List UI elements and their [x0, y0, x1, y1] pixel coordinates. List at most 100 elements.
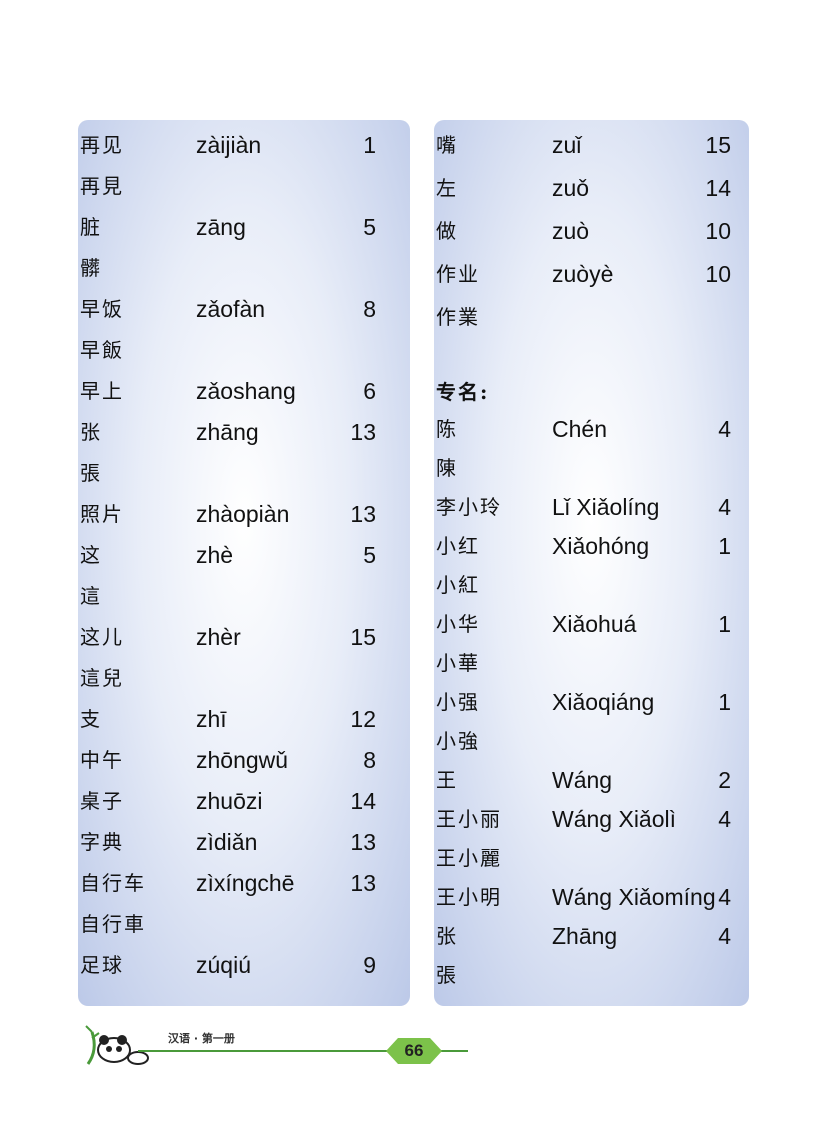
vocab-entry-row: 早饭 zǎofàn 8: [78, 294, 410, 324]
vocab-traditional-row: 早飯: [78, 335, 410, 365]
entry-hanzi: 张: [80, 420, 102, 444]
entry-pinyin: zuòyè: [552, 261, 614, 287]
panda-logo-icon: [85, 1025, 149, 1065]
vocab-entry-row: 王小丽 Wáng Xiǎolì 4: [434, 804, 749, 834]
entry-pinyin: zúqiú: [196, 952, 251, 978]
vocab-traditional-row: 這兒: [78, 663, 410, 693]
vocab-traditional-row: 小強: [434, 726, 749, 756]
entry-hanzi: 脏: [80, 215, 102, 239]
entry-traditional: 再見: [80, 174, 124, 198]
entry-pinyin: zuò: [552, 218, 590, 244]
entry-hanzi: 王小丽: [436, 807, 502, 831]
entry-pinyin: zǎofàn: [196, 296, 266, 322]
vocab-entry-row: 支 zhī 12: [78, 704, 410, 734]
entry-lesson: 15: [350, 624, 376, 650]
entry-lesson: 10: [705, 261, 731, 287]
entry-hanzi: 这: [80, 543, 102, 567]
entry-hanzi: 早上: [80, 379, 124, 403]
entry-lesson: 4: [718, 884, 731, 910]
entry-hanzi: 支: [80, 707, 102, 731]
entry-hanzi: 陈: [436, 417, 458, 441]
entry-hanzi: 张: [436, 924, 458, 948]
entry-pinyin: zìdiǎn: [196, 829, 258, 855]
entry-pinyin: zǎoshang: [196, 378, 296, 404]
vocab-traditional-row: 髒: [78, 253, 410, 283]
entry-hanzi: 足球: [80, 953, 124, 977]
entry-hanzi: 中午: [80, 748, 124, 772]
vocab-traditional-row: 小紅: [434, 570, 749, 600]
vocab-entry-row: 这 zhè 5: [78, 540, 410, 570]
entry-pinyin: zāng: [196, 214, 246, 240]
entry-lesson: 15: [705, 132, 731, 158]
entry-lesson: 1: [718, 689, 731, 715]
entry-lesson: 12: [350, 706, 376, 732]
entry-pinyin: zhè: [196, 542, 234, 568]
vocab-traditional-row: 小華: [434, 648, 749, 678]
entry-lesson: 8: [363, 747, 376, 773]
vocab-traditional-row: 再見: [78, 171, 410, 201]
entry-pinyin: zàijiàn: [196, 132, 262, 158]
vocab-traditional-row: 陳: [434, 453, 749, 483]
vocab-entry-row: 小红 Xiǎohóng 1: [434, 531, 749, 561]
vocab-traditional-row: 張: [78, 458, 410, 488]
entry-lesson: 4: [718, 416, 731, 442]
entry-pinyin: Chén: [552, 416, 607, 442]
entry-lesson: 8: [363, 296, 376, 322]
entry-pinyin: zhàopiàn: [196, 501, 290, 527]
entry-pinyin: Wáng Xiǎolì: [552, 806, 677, 832]
proper-names-header-row: 专名:: [434, 377, 749, 407]
entry-hanzi: 王小明: [436, 885, 502, 909]
entry-pinyin: zhī: [196, 706, 227, 732]
entry-traditional: 髒: [80, 256, 102, 280]
entry-hanzi: 做: [436, 219, 458, 243]
proper-names-header: 专名:: [436, 380, 490, 404]
entry-lesson: 13: [350, 501, 376, 527]
entry-traditional: 張: [80, 461, 102, 485]
entry-pinyin: Lǐ Xiǎolíng: [552, 494, 660, 520]
vocab-entry-row: 中午 zhōngwǔ 8: [78, 745, 410, 775]
entry-traditional: 作業: [436, 305, 480, 329]
entry-lesson: 13: [350, 870, 376, 896]
entry-lesson: 13: [350, 419, 376, 445]
entry-traditional: 小華: [436, 651, 480, 675]
entry-hanzi: 早饭: [80, 297, 124, 321]
vocab-entry-row: 李小玲 Lǐ Xiǎolíng 4: [434, 492, 749, 522]
vocab-traditional-row: 作業: [434, 302, 749, 332]
entry-pinyin: zìxíngchē: [196, 870, 295, 896]
vocab-entry-row: 左 zuǒ 14: [434, 173, 749, 203]
vocab-entry-row: 这儿 zhèr 15: [78, 622, 410, 652]
entry-pinyin: Wáng Xiǎomíng: [552, 884, 716, 910]
vocab-entry-row: 足球 zúqiú 9: [78, 950, 410, 980]
entry-lesson: 2: [718, 767, 731, 793]
vocab-entry-row: 早上 zǎoshang 6: [78, 376, 410, 406]
vocab-traditional-row: 自行車: [78, 909, 410, 939]
entry-traditional: 自行車: [80, 912, 146, 936]
entry-pinyin: zhuōzi: [196, 788, 263, 814]
vocab-entry-row: 再见 zàijiàn 1: [78, 130, 410, 160]
entry-lesson: 4: [718, 806, 731, 832]
entry-lesson: 10: [705, 218, 731, 244]
entry-pinyin: Xiǎohóng: [552, 533, 650, 559]
entry-traditional: 早飯: [80, 338, 124, 362]
entry-hanzi: 自行车: [80, 871, 146, 895]
vocab-entry-row: 桌子 zhuōzi 14: [78, 786, 410, 816]
entry-lesson: 9: [363, 952, 376, 978]
entry-lesson: 5: [363, 214, 376, 240]
vocab-entry-row: 嘴 zuǐ 15: [434, 130, 749, 160]
entry-lesson: 14: [705, 175, 731, 201]
entry-traditional: 陳: [436, 456, 458, 480]
entry-traditional: 王小麗: [436, 846, 502, 870]
entry-hanzi: 李小玲: [436, 495, 502, 519]
vocab-entry-row: 王小明 Wáng Xiǎomíng 4: [434, 882, 749, 912]
entry-hanzi: 字典: [80, 830, 124, 854]
entry-traditional: 小強: [436, 729, 480, 753]
entry-traditional: 這兒: [80, 666, 124, 690]
entry-lesson: 4: [718, 494, 731, 520]
entry-hanzi: 再见: [80, 133, 124, 157]
entry-traditional: 張: [436, 963, 458, 987]
entry-lesson: 6: [363, 378, 376, 404]
entry-traditional: 小紅: [436, 573, 480, 597]
entry-pinyin: Xiǎohuá: [552, 611, 637, 637]
vocab-entry-row: 照片 zhàopiàn 13: [78, 499, 410, 529]
entry-pinyin: zuǐ: [552, 132, 582, 158]
